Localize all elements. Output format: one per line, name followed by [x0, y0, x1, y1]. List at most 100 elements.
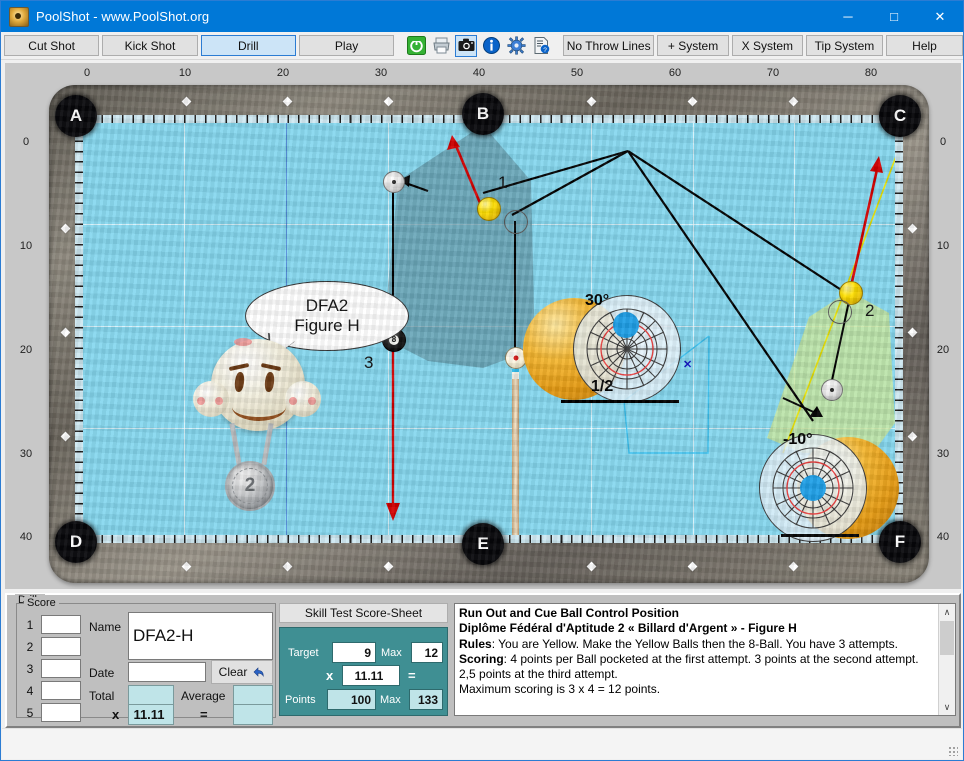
- tab-drill[interactable]: Drill: [200, 35, 296, 56]
- button-x-system[interactable]: X System: [731, 35, 803, 56]
- gear-icon-glyph: [507, 36, 526, 55]
- rail-diamond-top-1: [181, 96, 192, 107]
- clear-button-label: Clear: [218, 665, 248, 679]
- skill-equals-symbol: =: [408, 668, 416, 683]
- minimize-button[interactable]: ─: [825, 1, 871, 32]
- close-button[interactable]: ✕: [917, 1, 963, 32]
- axis-top-tick-60: 60: [668, 67, 682, 79]
- rail-diamond-bottom-3: [383, 561, 394, 572]
- skill-test-header[interactable]: Skill Test Score-Sheet: [279, 603, 448, 623]
- aim-compass-top: [573, 295, 681, 403]
- table-cloth[interactable]: ✕ A B C D E F 8 1 2 3 30° 1/2 -10° DFA2 …: [55, 93, 921, 565]
- ghost-outline-1[interactable]: [504, 210, 528, 234]
- rail-diamond-top-5: [687, 96, 698, 107]
- rail-diamond-right-2: [907, 327, 918, 338]
- pool-table-panel[interactable]: 0 10 20 30 40 50 60 70 80 0 10 20 30 40 …: [5, 63, 961, 589]
- rules-subtitle: Diplôme Fédéral d'Aptitude 2 « Billard d…: [459, 621, 797, 636]
- aim-contact-dot-top: [613, 312, 639, 338]
- camera-icon[interactable]: [455, 34, 478, 57]
- speech-bubble-line-1: DFA2: [305, 296, 349, 316]
- rules-panel[interactable]: Run Out and Cue Ball Control Position Di…: [454, 603, 956, 716]
- window-title: PoolShot - www.PoolShot.org: [36, 9, 210, 24]
- scoring-body: : 4 points per Ball pocketed at the firs…: [459, 651, 919, 682]
- mascot: DFA2 Figure H 2: [193, 281, 409, 521]
- score-row-number-5: 5: [26, 706, 34, 720]
- button-tip-system[interactable]: Tip System: [805, 35, 883, 56]
- button-help[interactable]: Help: [885, 35, 964, 56]
- axis-right-tick-20: 20: [936, 344, 950, 356]
- pool-table[interactable]: ✕ A B C D E F 8 1 2 3 30° 1/2 -10° DFA2 …: [49, 85, 929, 583]
- shot-arrow-2: [870, 156, 883, 173]
- mascot-mouth: [232, 393, 286, 421]
- score-input-5[interactable]: [41, 703, 81, 722]
- ghost-outline-2[interactable]: [828, 300, 852, 324]
- rules-title: Run Out and Cue Ball Control Position: [459, 606, 679, 620]
- printer-icon[interactable]: [430, 35, 452, 57]
- pocket-a[interactable]: A: [55, 95, 97, 137]
- skill-factor-value[interactable]: 11.11: [342, 665, 400, 686]
- speech-bubble-line-2: Figure H: [294, 316, 360, 335]
- power-icon[interactable]: [405, 35, 427, 57]
- rail-diamond-bottom-2: [282, 561, 293, 572]
- name-field[interactable]: DFA2-H: [128, 612, 273, 660]
- bottom-panel: Drills Score 1 2 3 4 5 Name DFA2-H Date …: [5, 593, 961, 728]
- rail-diamond-top-4: [586, 96, 597, 107]
- ghost-ball-2[interactable]: [821, 379, 843, 401]
- score-input-4[interactable]: [41, 681, 81, 700]
- svg-text:?: ?: [543, 47, 547, 54]
- score-input-2[interactable]: [41, 637, 81, 656]
- score-input-3[interactable]: [41, 659, 81, 678]
- axis-top-tick-50: 50: [570, 67, 584, 79]
- button-no-throw-lines[interactable]: No Throw Lines: [562, 35, 655, 56]
- aim-indicator-bottom[interactable]: -10°: [759, 431, 919, 542]
- average-value: [233, 685, 273, 705]
- rail-diamond-left-3: [60, 431, 71, 442]
- rules-scroll-thumb[interactable]: [940, 621, 954, 655]
- mascot-hand-right-spot-2: [308, 397, 316, 405]
- date-field[interactable]: [128, 662, 206, 682]
- pocket-e[interactable]: E: [462, 523, 504, 565]
- rules-scroll-up-arrow[interactable]: ∧: [939, 604, 955, 620]
- score-multiplier-value[interactable]: 11.11: [128, 704, 174, 725]
- rules-scrollbar[interactable]: ∧ ∨: [938, 604, 955, 715]
- rail-diamond-left-1: [60, 223, 71, 234]
- pocket-d[interactable]: D: [55, 521, 97, 563]
- points-value: 100: [327, 689, 376, 710]
- tab-kick-shot[interactable]: Kick Shot: [102, 35, 198, 56]
- icon-button-group: ?: [402, 34, 552, 57]
- rail-diamond-top-3: [383, 96, 394, 107]
- poolshot-logo-icon: [9, 6, 29, 27]
- pocket-b[interactable]: B: [462, 93, 504, 135]
- rules-scroll-down-arrow[interactable]: ∨: [939, 699, 955, 715]
- gear-icon[interactable]: [505, 35, 527, 57]
- date-label: Date: [89, 666, 115, 680]
- resize-grip[interactable]: [948, 746, 958, 756]
- axis-left-tick-0: 0: [22, 136, 30, 148]
- yellow-ball-1[interactable]: [477, 197, 501, 221]
- score-input-1[interactable]: [41, 615, 81, 634]
- aim-fraction-top: 1/2: [591, 378, 614, 395]
- shot-line-2: [848, 164, 880, 292]
- aim-baseline-bottom: [781, 534, 859, 537]
- clear-button[interactable]: Clear: [211, 660, 273, 684]
- pocket-c[interactable]: C: [879, 95, 921, 137]
- score-row-number-4: 4: [26, 684, 34, 698]
- document-help-icon[interactable]: ?: [530, 35, 552, 57]
- medal-label: 2: [244, 475, 256, 496]
- tab-cut-shot[interactable]: Cut Shot: [4, 35, 100, 56]
- aim-indicator-top[interactable]: 30° 1/2: [523, 292, 683, 405]
- average-label: Average: [181, 689, 226, 703]
- maximize-button[interactable]: □: [871, 1, 917, 32]
- skill-test-panel: Skill Test Score-Sheet Target 9 Max 12 x…: [279, 603, 448, 716]
- scoring-line: Scoring: 4 points per Ball pocketed at t…: [459, 652, 931, 683]
- button-plus-system[interactable]: + System: [657, 35, 729, 56]
- score-row-number-3: 3: [26, 662, 34, 676]
- mascot-hand-right-spot-1: [289, 397, 297, 405]
- tab-play[interactable]: Play: [298, 35, 395, 56]
- skill-test-body: Target 9 Max 12 x 11.11 = Points 100 Max…: [279, 627, 448, 716]
- cue-stick[interactable]: [512, 379, 519, 535]
- ghost-ball-1[interactable]: [383, 171, 405, 193]
- info-icon[interactable]: [480, 35, 502, 57]
- target-value[interactable]: 9: [332, 642, 376, 663]
- axis-top-tick-40: 40: [472, 67, 486, 79]
